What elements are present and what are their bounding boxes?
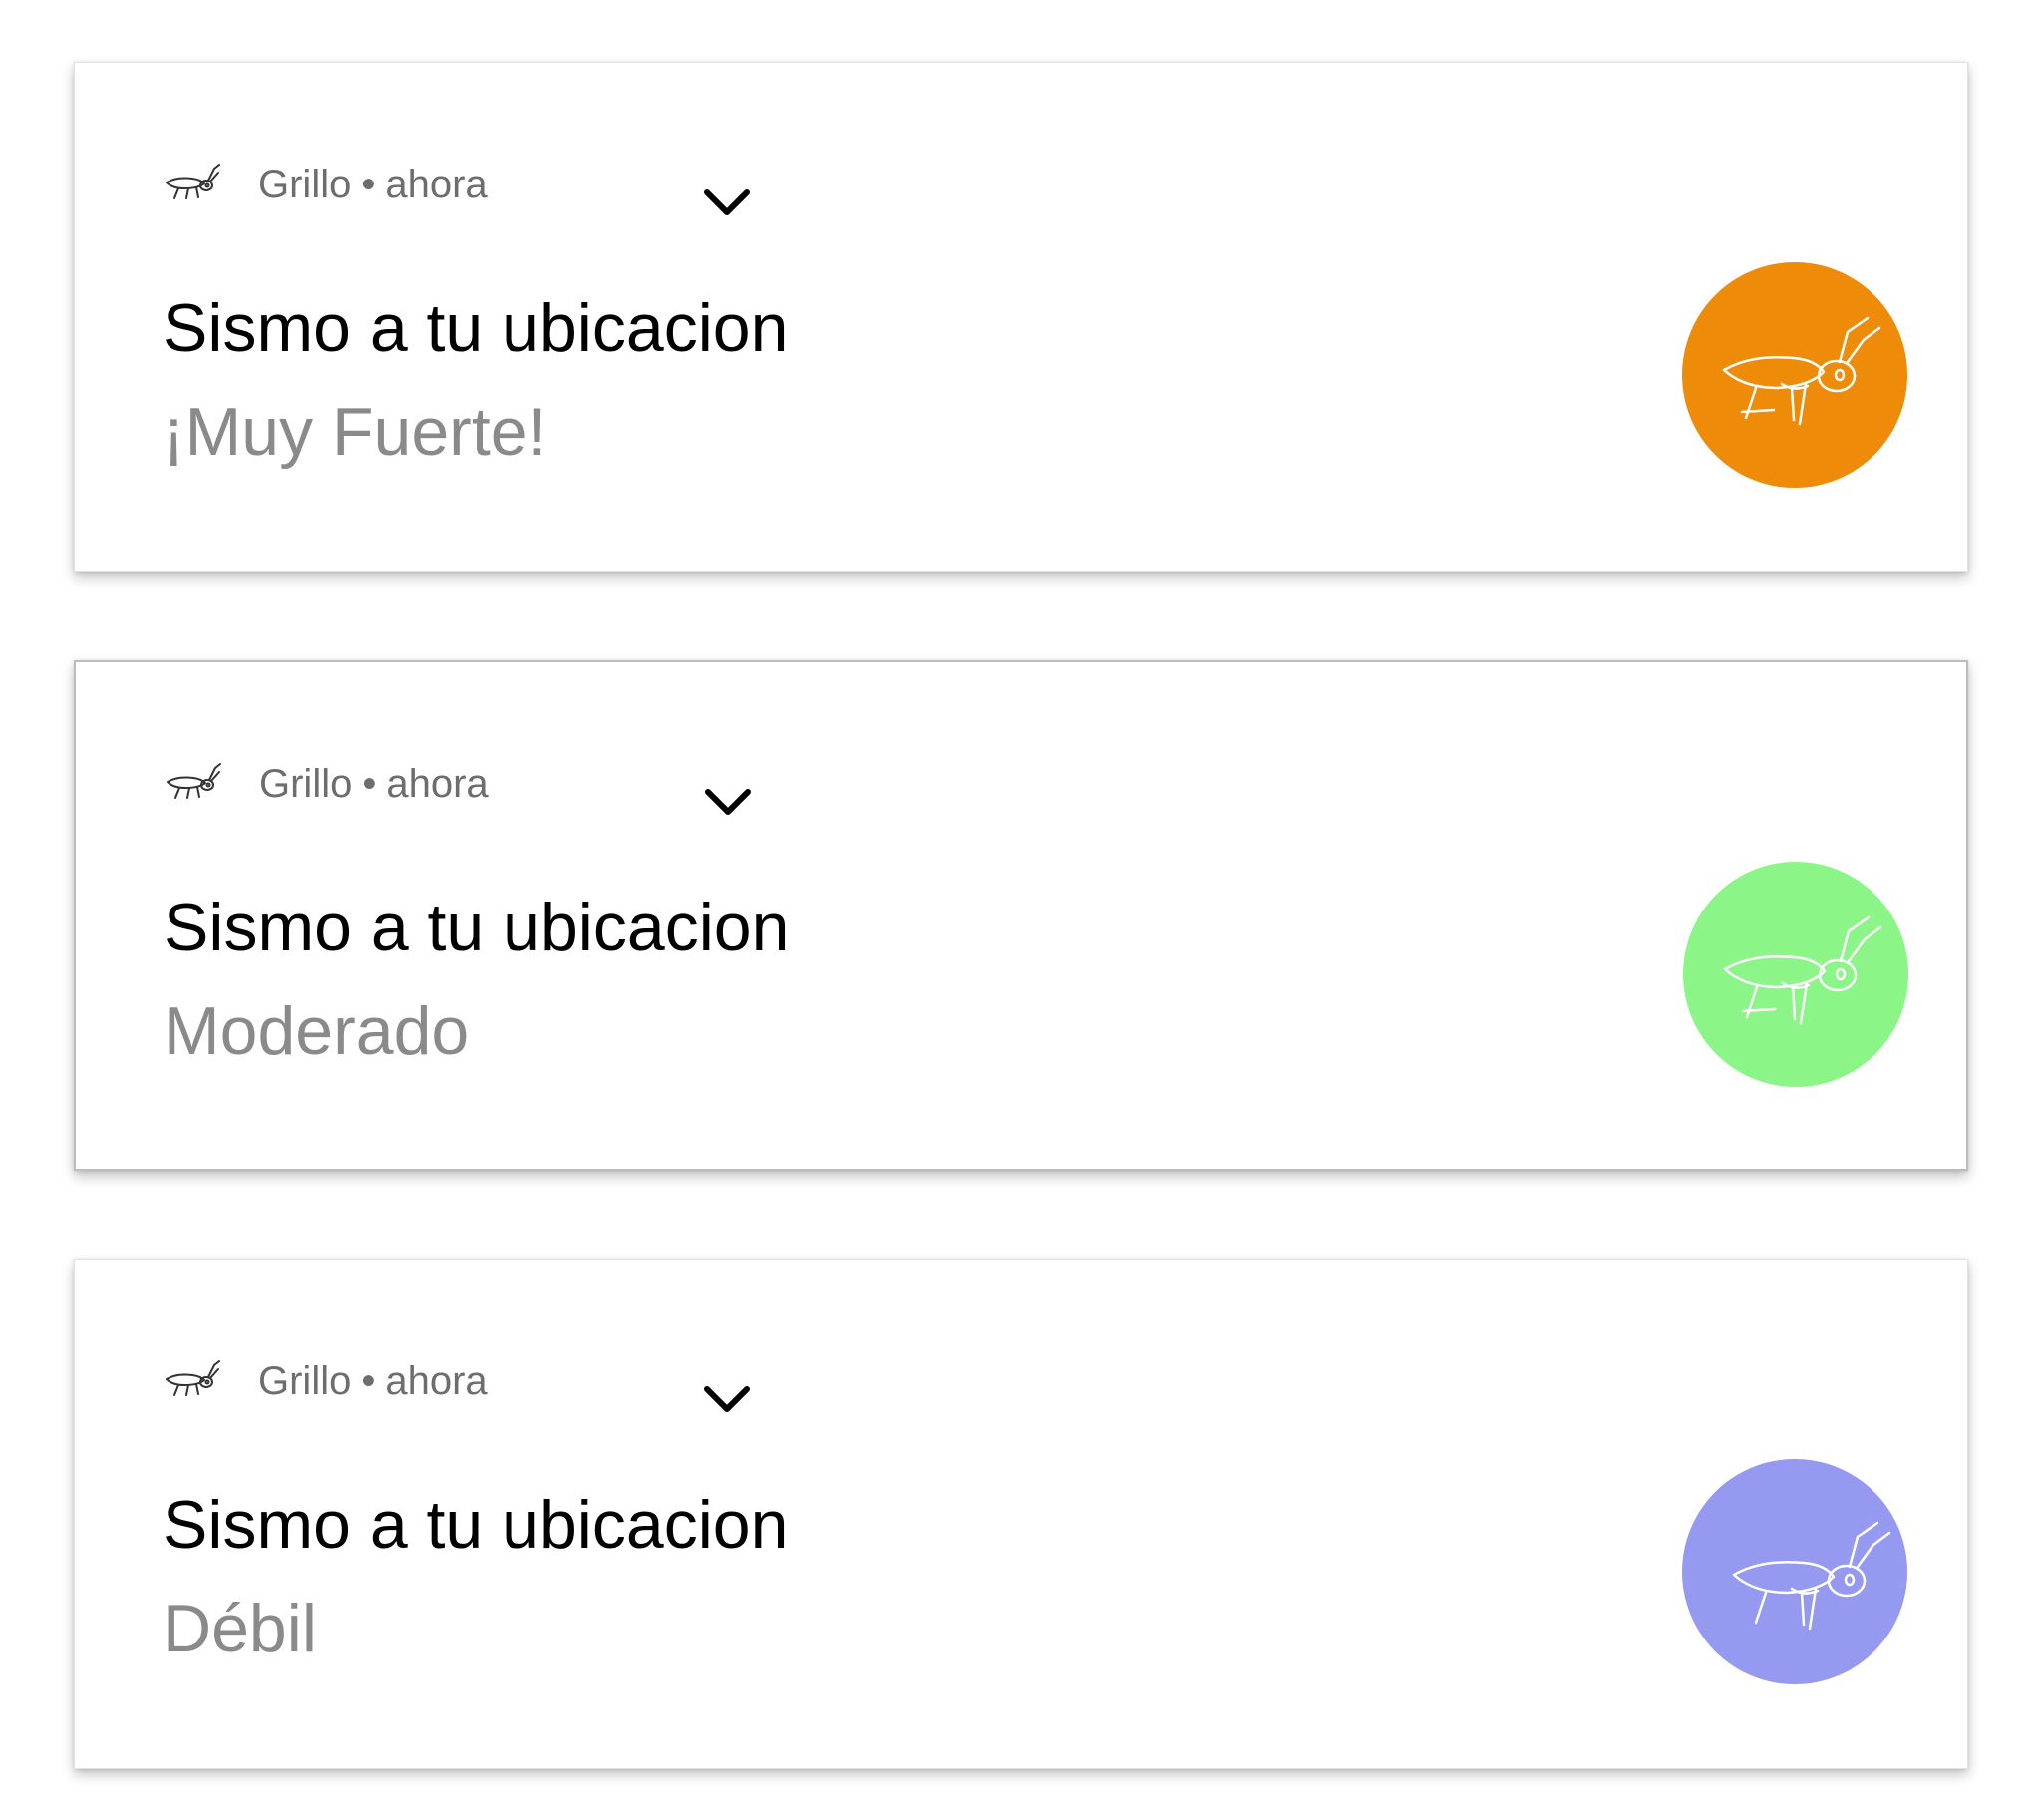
- notification-time: ahora: [386, 762, 489, 806]
- notification-title: Sismo a tu ubicacion: [163, 1487, 789, 1563]
- cricket-icon: [164, 760, 221, 804]
- app-name: Grillo: [259, 762, 353, 806]
- avatar: [1682, 1459, 1907, 1684]
- notification-header: Grillo • ahora: [258, 1357, 488, 1405]
- app-name: Grillo: [258, 163, 352, 206]
- notification-subtitle: ¡Muy Fuerte!: [163, 394, 547, 470]
- chevron-down-icon[interactable]: [702, 782, 754, 822]
- cricket-icon: [1732, 1521, 1891, 1631]
- notification-title: Sismo a tu ubicacion: [164, 890, 790, 965]
- chevron-down-icon[interactable]: [701, 182, 753, 222]
- cricket-icon: [1722, 316, 1881, 426]
- cricket-icon: [1723, 915, 1882, 1025]
- notification-header: Grillo • ahora: [258, 161, 488, 208]
- separator: •: [361, 163, 376, 206]
- chevron-down-icon[interactable]: [701, 1379, 753, 1419]
- avatar: [1682, 262, 1907, 488]
- notification-time: ahora: [385, 163, 488, 206]
- separator: •: [361, 1359, 376, 1403]
- avatar: [1683, 862, 1908, 1087]
- notification-title: Sismo a tu ubicacion: [163, 290, 789, 366]
- notification-card[interactable]: Grillo • ahora Sismo a tu ubicacion ¡Muy F…: [74, 62, 1968, 572]
- cricket-icon: [163, 1357, 220, 1401]
- notification-subtitle: Moderado: [164, 993, 470, 1069]
- notification-subtitle: Débil: [163, 1591, 317, 1666]
- notification-card[interactable]: Grillo • ahora Sismo a tu ubicacion Modera…: [74, 660, 1968, 1171]
- app-name: Grillo: [258, 1359, 352, 1403]
- notification-time: ahora: [385, 1359, 488, 1403]
- cricket-icon: [163, 161, 220, 204]
- separator: •: [362, 762, 377, 806]
- notification-card[interactable]: Grillo • ahora Sismo a tu ubicacion Débil: [74, 1259, 1968, 1769]
- notification-header: Grillo • ahora: [259, 760, 489, 808]
